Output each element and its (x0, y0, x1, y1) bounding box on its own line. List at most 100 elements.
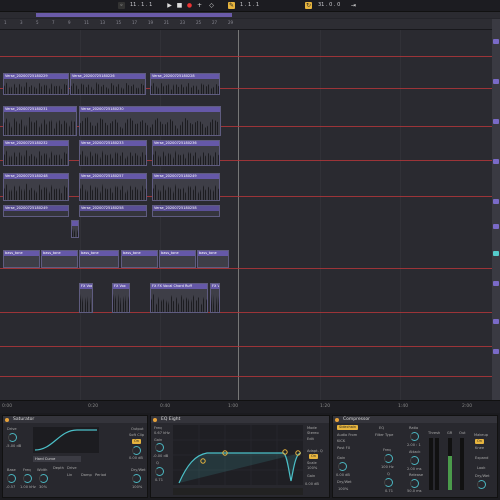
band-selector[interactable] (173, 488, 303, 495)
audio-clip[interactable]: Verse_20200725180236 (152, 140, 220, 166)
audio-clip[interactable]: Verse_20200725180229 (3, 73, 69, 95)
mode-value[interactable]: Stereo (307, 431, 319, 435)
audio-clip[interactable]: FX FX Vocal Chord Ruff (150, 283, 208, 313)
freq-knob[interactable] (384, 454, 393, 463)
clip-name: Verse_20200725180248 (4, 174, 68, 179)
audio-clip[interactable]: Verse_20200725180233 (79, 140, 147, 166)
track-selector-strip[interactable] (492, 19, 500, 400)
eq-label: EQ (379, 426, 385, 430)
midi-clip[interactable]: bass_tone (41, 250, 78, 268)
midi-clip[interactable]: bass_tone (79, 250, 119, 268)
audio-clip[interactable]: Verse_20200725180248 (3, 173, 69, 201)
dry-wet-knob[interactable] (477, 480, 486, 489)
release-knob[interactable] (410, 479, 419, 488)
attack-knob[interactable] (410, 456, 419, 465)
ratio-knob[interactable] (410, 432, 419, 441)
audio-clip[interactable]: Verse_20200725180231 (3, 106, 77, 136)
clip-name: Verse_20200725180226 (71, 74, 145, 79)
audio-clip[interactable]: FX Vox (79, 283, 93, 313)
drive-knob[interactable] (8, 433, 17, 442)
punch-icon[interactable]: ⇥ (350, 2, 357, 9)
ruler-label: 23 (180, 20, 186, 25)
record-icon[interactable]: ● (186, 2, 193, 9)
audio-clip[interactable] (71, 220, 79, 238)
midi-clip[interactable]: bass_tone (121, 250, 158, 268)
audio-clip[interactable]: Verse_20200725180258 (79, 205, 147, 217)
audio-from-select[interactable]: KICK (337, 439, 345, 443)
arrangement-overview[interactable] (0, 12, 500, 18)
loop-icon[interactable]: ↻ (305, 2, 312, 9)
play-icon[interactable]: ▶ (166, 2, 173, 9)
ruler-label: 11 (84, 20, 90, 25)
overview-window[interactable] (36, 13, 232, 17)
overdub-icon[interactable]: + (196, 2, 203, 9)
stop-icon[interactable]: ■ (176, 2, 183, 9)
time-ruler[interactable]: 0:00 0:20 0:40 1:00 1:20 1:40 2:00 (0, 400, 500, 413)
audio-clip[interactable]: Verse_20200725180232 (3, 140, 69, 166)
song-position[interactable]: 11 . 1 . 1 (130, 2, 152, 9)
soft-clip-toggle[interactable]: On (132, 439, 141, 444)
adapt-q-toggle[interactable]: On (309, 454, 318, 459)
output-gain-value: 0.00 dB (305, 482, 319, 486)
mode-label: Mode (307, 426, 317, 430)
metronome-icon[interactable]: ◦ (118, 2, 125, 9)
midi-clip[interactable]: bass_tone (3, 250, 40, 268)
out-label: Out (459, 431, 466, 435)
automation-arm-icon[interactable]: ◇ (208, 2, 215, 9)
sc-dry-wet-label: Dry/Wet (337, 480, 352, 484)
eq-eight-device[interactable]: EQ Eight Freq 0.67 kHz Gain -0.00 dB Q 0… (150, 415, 330, 498)
freq-knob[interactable] (23, 474, 32, 483)
freq-label: Freq (383, 448, 391, 452)
device-chain: Saturator Drive -5.00 dB Hard Curve Outp… (0, 413, 500, 500)
clip-name: bass_tone (42, 251, 77, 256)
sidechain-toggle[interactable]: Sidechain (337, 425, 359, 430)
gain-label: Gain (154, 438, 163, 442)
time-label: 1:20 (320, 404, 331, 409)
loop-end-marker[interactable] (238, 30, 239, 400)
output-knob[interactable] (132, 446, 141, 455)
loop-length[interactable]: 31 . 0 . 0 (318, 2, 340, 9)
arrangement-view[interactable]: Verse_20200725180229 Verse_2020072518022… (0, 30, 492, 400)
width-label: Width (37, 468, 48, 472)
time-label: 1:00 (228, 404, 239, 409)
expand-label: Expand (475, 456, 489, 460)
post-fx-select[interactable]: Post FX (337, 446, 350, 450)
release-label: Release (409, 473, 424, 477)
q-knob[interactable] (155, 467, 164, 476)
q-label: Q (387, 472, 390, 476)
audio-clip[interactable]: Verse_20200725180228 (150, 73, 220, 95)
makeup-toggle[interactable]: On (475, 439, 484, 444)
sc-gain-value: 0.00 dB (336, 473, 350, 477)
attack-value: 2.00 ms (407, 467, 422, 471)
audio-clip[interactable]: Verse_20200725180249 (3, 205, 69, 217)
base-knob[interactable] (7, 474, 16, 483)
audio-clip[interactable]: FX Vox (210, 283, 220, 313)
audio-clip[interactable]: Verse_20200725180226 (70, 73, 146, 95)
thresh-label: Thresh (428, 431, 441, 435)
width-knob[interactable] (39, 474, 48, 483)
audio-clip[interactable]: FX Vox (112, 283, 130, 313)
saturator-device[interactable]: Saturator Drive -5.00 dB Hard Curve Outp… (2, 415, 148, 498)
curve-type-select[interactable]: Hard Curve (33, 456, 81, 462)
audio-clip[interactable]: Verse_20200725180257 (79, 173, 147, 201)
beat-ruler[interactable]: 1 3 5 7 9 11 13 15 17 19 21 23 25 27 29 (0, 19, 492, 30)
threshold-meter[interactable] (429, 438, 433, 490)
audio-clip[interactable]: Verse_20200725180258 (152, 205, 220, 217)
clip-name: Verse_20200725180249 (4, 206, 68, 211)
dry-wet-knob[interactable] (132, 474, 141, 483)
ruler-label: 29 (228, 20, 234, 25)
loop-start[interactable]: 1 . 1 . 1 (240, 2, 259, 9)
q-knob[interactable] (384, 478, 393, 487)
input-meter (435, 438, 439, 490)
knee-label: Knee (475, 446, 485, 450)
compressor-device[interactable]: Compressor Sidechain EQ Audio From KICK … (332, 415, 498, 498)
gain-knob[interactable] (155, 443, 164, 452)
midi-clip[interactable]: bass_tone (197, 250, 229, 268)
eq-curve-display[interactable] (173, 425, 303, 485)
draw-mode-icon[interactable]: ✎ (228, 2, 235, 9)
midi-clip[interactable]: bass_tone (159, 250, 196, 268)
audio-clip[interactable]: Verse_20200725180249 (152, 173, 220, 201)
audio-clip[interactable]: Verse_20200725180230 (79, 106, 221, 136)
clip-name: Verse_20200725180231 (4, 107, 76, 112)
sc-gain-knob[interactable] (338, 462, 347, 471)
